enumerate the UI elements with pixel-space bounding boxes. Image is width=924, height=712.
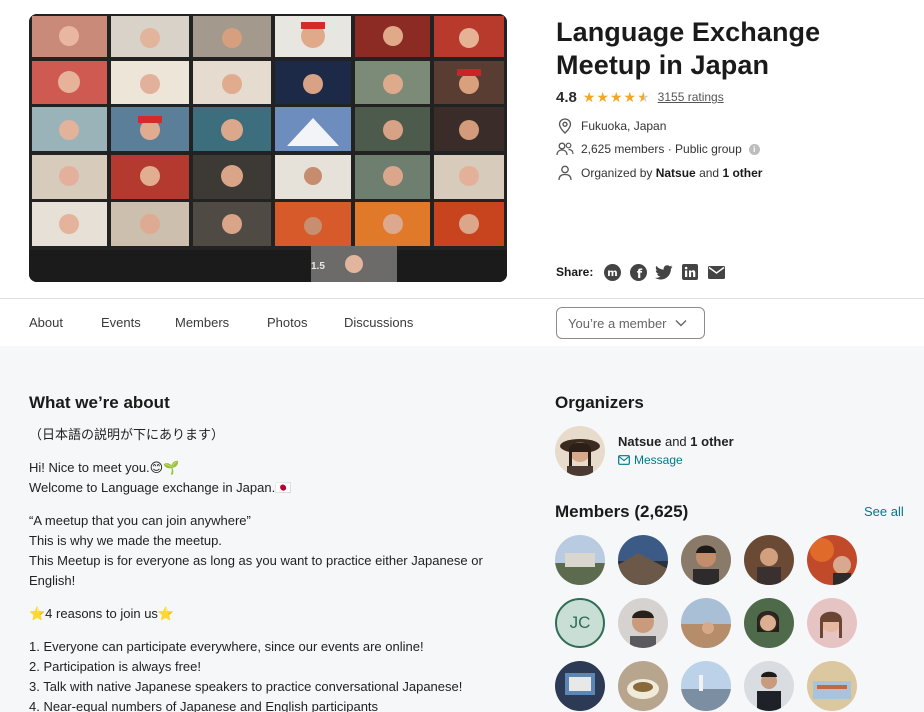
mail-icon[interactable] [707, 263, 725, 281]
organized-by-and: and [695, 166, 723, 180]
group-title: Language Exchange Meetup in Japan [556, 16, 886, 82]
group-cover-photo[interactable]: 1.5 [29, 14, 507, 282]
member-avatar-initials[interactable]: JC [555, 598, 605, 648]
members-count: 2,625 members [581, 142, 665, 156]
organized-by-prefix: Organized by [581, 166, 656, 180]
message-icon [618, 455, 630, 465]
members-icon [556, 140, 574, 158]
member-avatar[interactable] [807, 535, 857, 585]
organizers-heading: Organizers [555, 393, 644, 412]
svg-text:f: f [637, 267, 643, 281]
organizer-other-link[interactable]: 1 other [722, 166, 762, 180]
member-avatar[interactable] [744, 535, 794, 585]
about-heading: What we’re about [29, 393, 170, 412]
location-text: Fukuoka, Japan [581, 119, 667, 133]
meetup-icon[interactable]: m [603, 263, 621, 281]
separator-dot: · [664, 142, 676, 156]
twitter-icon[interactable] [655, 263, 673, 281]
about-jp-note: （日本語の説明が下にあります） [29, 427, 225, 442]
organizer-avatar[interactable] [555, 426, 605, 476]
info-icon[interactable]: i [748, 143, 760, 155]
member-avatar[interactable] [618, 535, 668, 585]
reason-item: 1. Everyone can participate everywhere, … [29, 639, 424, 654]
group-visibility: Public group [675, 142, 742, 156]
member-avatar[interactable] [618, 598, 668, 648]
membership-dropdown-button[interactable]: You’re a member [556, 307, 705, 339]
tab-discussions[interactable]: Discussions [344, 315, 413, 330]
svg-text:m: m [607, 268, 617, 279]
organizer-names: Natsue and 1 other [618, 434, 734, 449]
group-header: 1.5 Language Exchange Meetup in Japan 4.… [0, 0, 924, 298]
star-icon: ★ [596, 89, 609, 105]
message-button[interactable]: Message [618, 453, 683, 467]
member-avatar[interactable] [618, 661, 668, 711]
member-avatar[interactable] [555, 535, 605, 585]
ratings-link[interactable]: 3155 ratings [658, 90, 724, 104]
membership-label: You’re a member [568, 315, 667, 331]
member-avatar[interactable] [681, 661, 731, 711]
organizer-name-link[interactable]: Natsue [618, 434, 661, 449]
rating-stars: ★ ★ ★ ★ ★ [583, 90, 650, 104]
star-icon: ★ [582, 89, 596, 105]
group-title-line2: Meetup in Japan [556, 50, 770, 80]
star-icon: ★ [623, 89, 637, 105]
see-all-members-link[interactable]: See all [864, 504, 904, 519]
about-for-everyone: This Meetup is for everyone as long as y… [29, 553, 483, 588]
rating-row: 4.8 ★ ★ ★ ★ ★ 3155 ratings [556, 88, 724, 106]
reason-item: 4. Near-equal numbers of Japanese and En… [29, 699, 379, 712]
tab-events[interactable]: Events [101, 315, 141, 330]
organizer-name-link[interactable]: Natsue [656, 166, 696, 180]
linkedin-icon[interactable] [681, 263, 699, 281]
hero-counter: 1.5 [311, 261, 325, 272]
rating-value: 4.8 [556, 88, 577, 106]
tab-members[interactable]: Members [175, 315, 229, 330]
star-icon: ★ [609, 89, 623, 105]
member-avatar[interactable] [807, 598, 857, 648]
members-row: 2,625 members · Public group i [556, 140, 760, 158]
about-quote: “A meetup that you can join anywhere” [29, 513, 251, 528]
member-avatar[interactable] [744, 598, 794, 648]
about-why: This is why we made the meetup. [29, 533, 222, 548]
person-icon [556, 164, 574, 182]
share-row: Share: m f [556, 263, 725, 281]
about-greeting-1: Hi! Nice to meet you.😊🌱 [29, 460, 180, 475]
location-pin-icon [556, 117, 574, 135]
members-heading: Members (2,625) [555, 502, 689, 521]
about-reasons-heading: ⭐4 reasons to join us⭐ [29, 606, 175, 621]
reason-item: 3. Talk with native Japanese speakers to… [29, 679, 463, 694]
organized-by-row: Organized by Natsue and 1 other [556, 164, 762, 182]
facebook-icon[interactable]: f [629, 263, 647, 281]
reason-item: 2. Participation is always free! [29, 659, 201, 674]
member-initials: JC [569, 613, 591, 632]
organizer-and: and [661, 434, 691, 449]
about-greeting-2: Welcome to Language exchange in Japan.🇯🇵 [29, 480, 292, 495]
location-row: Fukuoka, Japan [556, 117, 666, 135]
tab-about[interactable]: About [29, 315, 63, 330]
tab-photos[interactable]: Photos [267, 315, 307, 330]
organizer-other-link[interactable]: 1 other [690, 434, 733, 449]
group-title-line1: Language Exchange [556, 17, 821, 47]
share-label: Share: [556, 265, 594, 279]
member-avatar[interactable] [744, 661, 794, 711]
member-avatar[interactable] [555, 661, 605, 711]
star-half-icon: ★ [637, 89, 650, 105]
message-label: Message [634, 453, 683, 467]
member-avatar[interactable] [681, 598, 731, 648]
chevron-down-icon [675, 320, 687, 327]
video-call-grid [29, 14, 507, 282]
group-nav-tabs: About Events Members Photos Discussions [0, 298, 924, 346]
member-avatar[interactable] [681, 535, 731, 585]
member-avatar[interactable] [807, 661, 857, 711]
